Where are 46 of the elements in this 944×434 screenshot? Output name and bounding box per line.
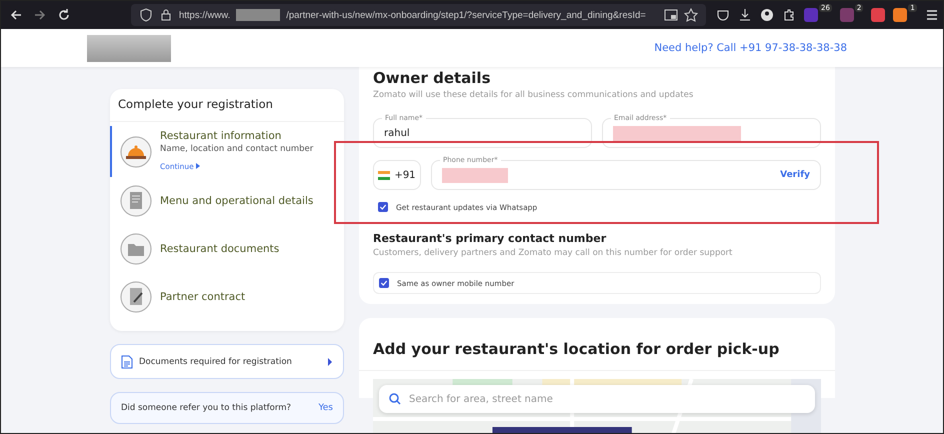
card-title: Complete your registration bbox=[110, 89, 344, 122]
referral-question: Did someone refer you to this platform? bbox=[121, 403, 292, 413]
pocket-icon[interactable] bbox=[716, 8, 730, 22]
section-title: Restaurant's primary contact number bbox=[373, 232, 608, 245]
extension-icon[interactable] bbox=[871, 8, 886, 22]
step-item[interactable]: Restaurant documents bbox=[110, 225, 344, 273]
download-icon[interactable] bbox=[738, 8, 752, 22]
flag-icon bbox=[378, 170, 390, 180]
redaction-mark bbox=[442, 168, 508, 182]
section-title: Owner details bbox=[373, 69, 492, 87]
extensions-icon[interactable] bbox=[782, 8, 796, 22]
section-subtitle: Customers, delivery partners and Zomato may call on this number for order support bbox=[373, 248, 734, 258]
star-icon[interactable] bbox=[684, 8, 698, 22]
search-icon bbox=[389, 393, 401, 405]
search-input[interactable]: Search for area, street name bbox=[407, 392, 805, 406]
section-title: Add your restaurant's location for order pick-up bbox=[359, 340, 835, 371]
redaction-mark bbox=[236, 9, 280, 21]
document-icon bbox=[121, 354, 133, 368]
yes-link[interactable]: Yes bbox=[318, 403, 333, 413]
menu-icon[interactable] bbox=[924, 8, 939, 22]
reload-icon[interactable] bbox=[57, 8, 71, 22]
back-icon[interactable] bbox=[9, 8, 23, 22]
url-text: https://www. bbox=[179, 10, 230, 20]
documents-link[interactable]: Documents required for registration bbox=[110, 344, 344, 379]
help-link[interactable]: Need help? Call +91 97-38-38-38-38 bbox=[654, 42, 847, 54]
step-icon bbox=[120, 233, 152, 265]
forward-icon[interactable] bbox=[33, 8, 47, 22]
shield-icon bbox=[139, 8, 153, 22]
search-field[interactable]: Search for area, street name bbox=[379, 385, 815, 413]
url-text: /partner-with-us/new/mx-onboarding/step1/?serviceType=delivery_and_dining&resId= bbox=[286, 10, 646, 20]
caret-icon bbox=[327, 358, 333, 366]
caret-icon bbox=[196, 163, 200, 169]
account-icon[interactable] bbox=[760, 8, 774, 22]
step-item[interactable]: Menu and operational details bbox=[110, 177, 344, 225]
checkbox[interactable] bbox=[379, 278, 389, 288]
address-bar[interactable]: https://www. /partner-with-us/new/mx-onboarding/step1/?serviceType=delivery_and_dining&resId= bbox=[131, 4, 706, 26]
country-code-field[interactable]: +91 bbox=[373, 160, 421, 190]
picture-in-picture-icon[interactable] bbox=[664, 8, 678, 22]
step-icon bbox=[120, 136, 152, 168]
step-icon bbox=[120, 281, 152, 313]
step-icon bbox=[120, 185, 152, 217]
extension-icon[interactable] bbox=[893, 8, 908, 22]
checkbox[interactable] bbox=[378, 202, 388, 212]
lock-icon bbox=[159, 8, 173, 22]
step-item[interactable]: Partner contract bbox=[110, 273, 344, 321]
section-subtitle: Zomato will use these details for all business communications and updates bbox=[373, 90, 694, 100]
